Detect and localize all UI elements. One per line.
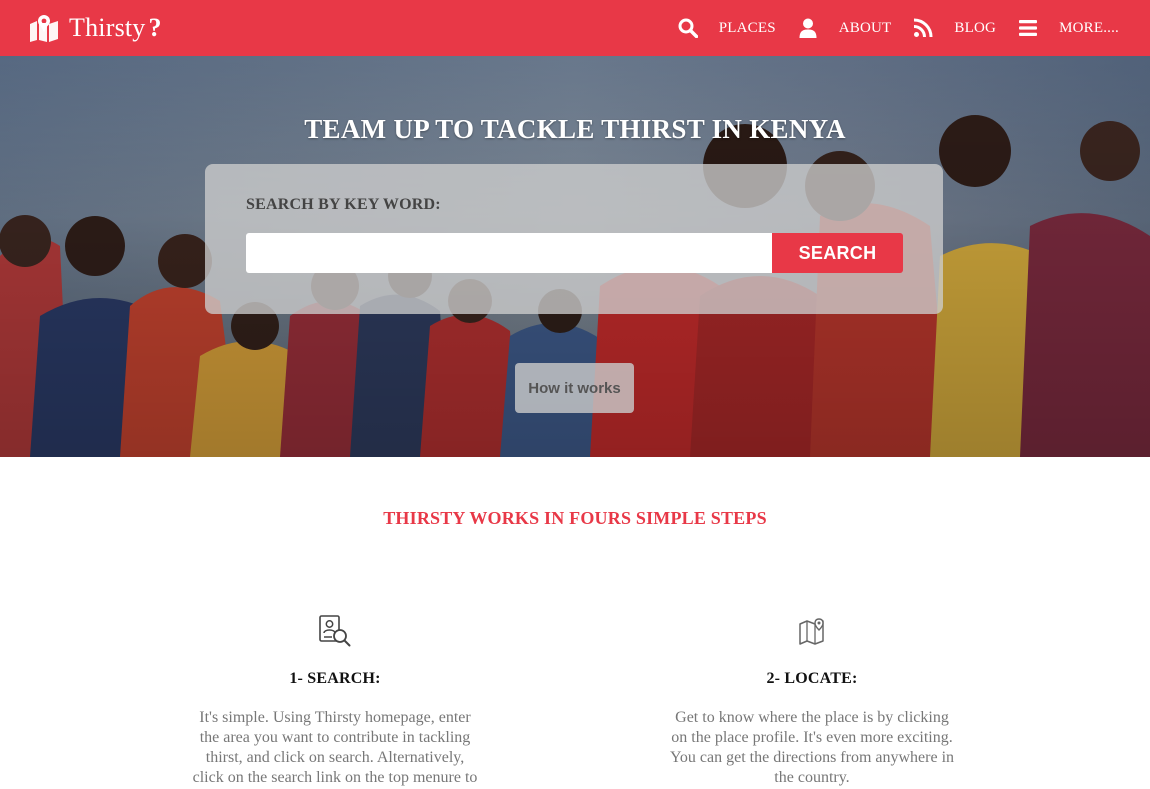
search-input[interactable]	[246, 233, 772, 273]
search-button[interactable]: SEARCH	[772, 233, 903, 273]
brand-name: Thirsty?	[69, 15, 162, 41]
nav-label-places: PLACES	[718, 19, 776, 36]
brand-text: Thirsty	[69, 13, 146, 42]
step-description: It's simple. Using Thirsty homepage, ent…	[192, 709, 478, 786]
nav-item-more[interactable]: MORE....	[1018, 18, 1119, 38]
search-label: SEARCH BY KEY WORD:	[246, 196, 441, 213]
hero-banner: TEAM UP TO TACKLE THIRST IN KENYA SEARCH…	[0, 56, 1150, 457]
map-pin-icon	[799, 618, 824, 645]
nav-item-blog[interactable]: BLOG	[913, 18, 996, 38]
hero-title: TEAM UP TO TACKLE THIRST IN KENYA	[304, 114, 846, 144]
how-it-works-button[interactable]: How it works	[515, 363, 634, 413]
search-panel: SEARCH BY KEY WORD: SEARCH	[205, 164, 943, 314]
nav-item-about[interactable]: ABOUT	[798, 18, 892, 38]
brand-mark: ?	[148, 13, 162, 42]
nav-label-about: ABOUT	[838, 19, 892, 36]
brand-logo[interactable]: Thirsty?	[28, 14, 162, 42]
nav-item-places[interactable]: PLACES	[678, 18, 776, 38]
nav-label-blog: BLOG	[954, 19, 997, 36]
top-navbar: Thirsty? PLACES ABOUT BLOG MORE....	[0, 0, 1150, 56]
step-description: Get to know where the place is by clicki…	[669, 709, 955, 786]
menu-icon	[1019, 20, 1038, 36]
nav-label-more: MORE....	[1059, 19, 1119, 36]
rss-icon	[914, 18, 933, 38]
step-card-locate: 2- LOCATE: Get to know where the place i…	[662, 614, 962, 788]
document-search-icon	[319, 615, 351, 647]
user-icon	[799, 18, 817, 38]
step-heading: 1- SEARCH:	[289, 670, 381, 687]
map-marker-icon	[30, 15, 58, 42]
step-card-search: 1- SEARCH: It's simple. Using Thirsty ho…	[185, 614, 485, 788]
step-heading: 2- LOCATE:	[766, 670, 858, 687]
main-nav: PLACES ABOUT BLOG MORE....	[678, 18, 1119, 38]
steps-section-title: THIRSTY WORKS IN FOURS SIMPLE STEPS	[383, 508, 767, 528]
search-icon	[678, 18, 698, 38]
